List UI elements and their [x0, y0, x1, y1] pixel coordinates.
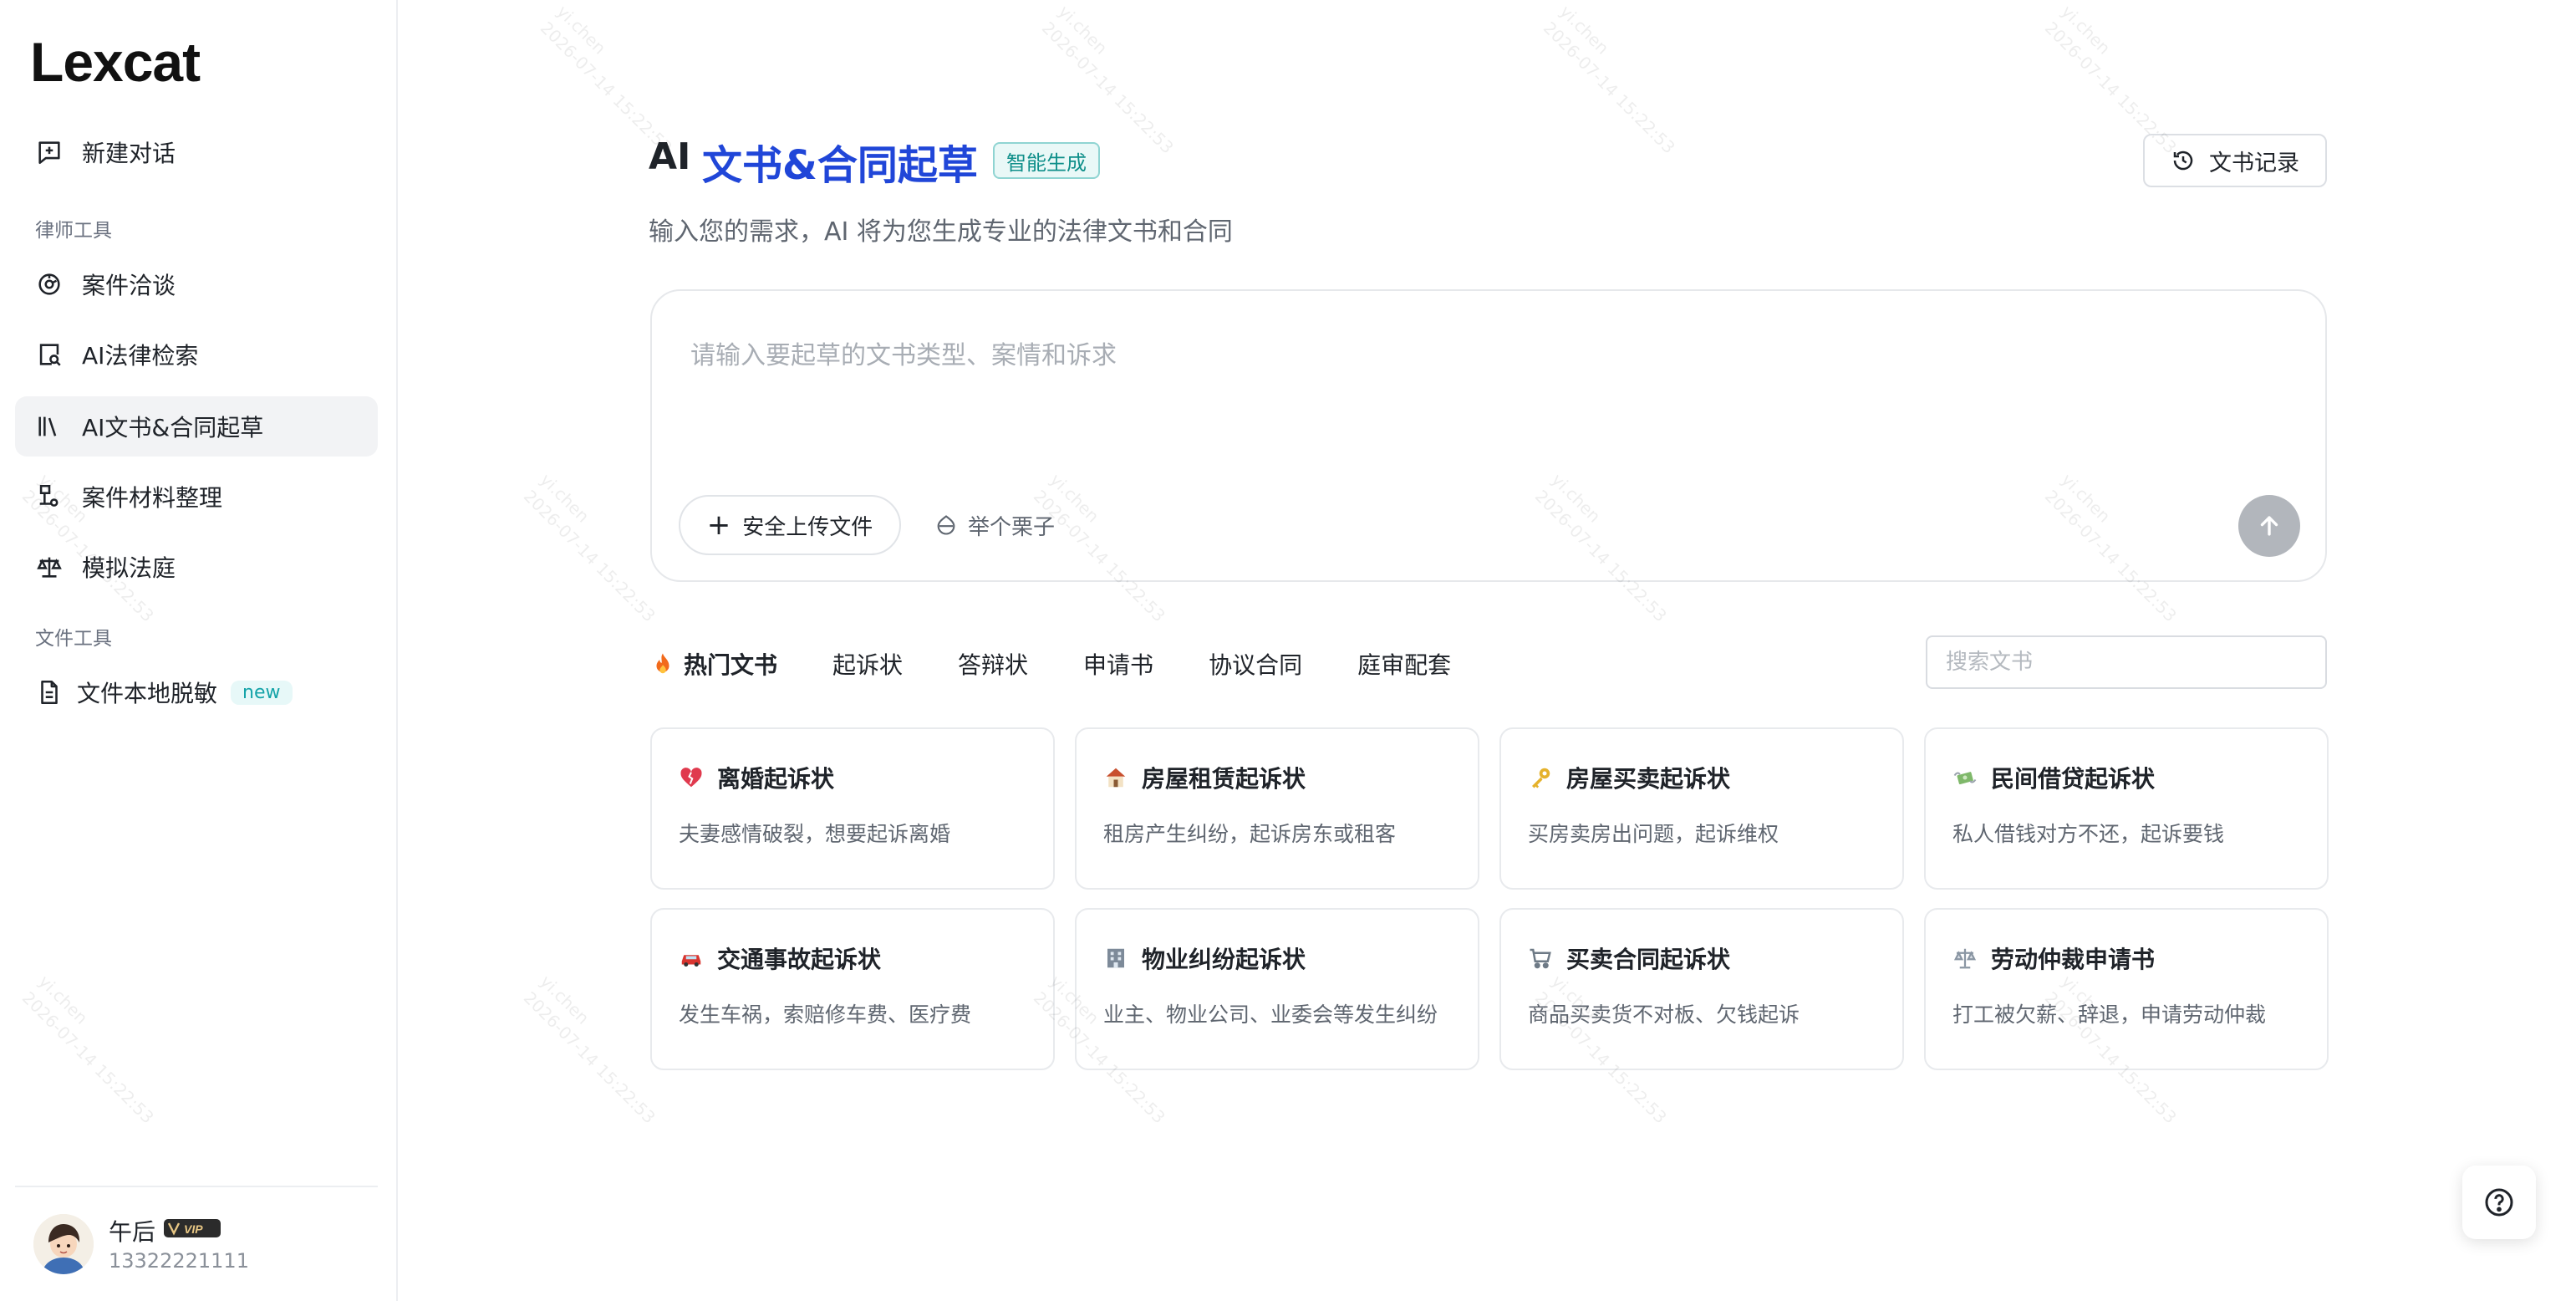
broken-heart-icon — [679, 765, 704, 790]
vip-badge: VIP — [164, 1217, 221, 1239]
card-desc: 业主、物业公司、业委会等发生纠纷 — [1103, 1003, 1438, 1027]
house-icon — [1103, 765, 1128, 790]
app-root: Lexcat 新建对话 律师工具 案件洽谈 AI法律检索 AI文书&合同起草 案… — [0, 0, 2576, 1301]
new-chat-icon — [35, 138, 64, 166]
plus-icon: + — [706, 508, 731, 542]
card-desc: 私人借钱对方不还，起诉要钱 — [1952, 822, 2225, 846]
key-icon — [1528, 765, 1553, 790]
sidebar-item-drafting[interactable]: AI文书&合同起草 — [15, 396, 378, 457]
sidebar-item-desensitize[interactable]: 文件本地脱敏 new — [15, 662, 378, 722]
send-button[interactable] — [2238, 495, 2300, 557]
case-talk-icon — [35, 270, 64, 298]
category-tabs: 热门文书 起诉状 答辩状 申请书 协议合同 庭审配套 — [650, 644, 1506, 684]
card-title: 民间借贷起诉状 — [1991, 765, 2156, 793]
document-icon — [35, 678, 64, 707]
prompt-input-card: 请输入要起草的文书类型、案情和诉求 + 安全上传文件 举个栗子 — [650, 289, 2327, 582]
tab-defense[interactable]: 答辩状 — [958, 647, 1028, 681]
chestnut-icon — [937, 515, 955, 535]
sidebar-item-label: 案件洽谈 — [82, 272, 176, 299]
sidebar-item-label: 案件材料整理 — [82, 484, 223, 512]
card-title: 离婚起诉状 — [717, 765, 835, 793]
watermark: yi.chen 2026-07-14 15:22:53 — [1539, 1, 1679, 158]
card-title: 房屋租赁起诉状 — [1142, 765, 1306, 793]
prompt-input[interactable]: 请输入要起草的文书类型、案情和诉求 — [690, 334, 1117, 371]
avatar[interactable] — [33, 1214, 94, 1274]
question-icon — [2485, 1188, 2513, 1217]
tab-application[interactable]: 申请书 — [1083, 647, 1153, 681]
tab-trial[interactable]: 庭审配套 — [1357, 647, 1451, 681]
divider — [15, 1186, 378, 1187]
template-card[interactable]: 房屋买卖起诉状 买房卖房出问题，起诉维权 — [1499, 727, 1904, 890]
card-desc: 买房卖房出问题，起诉维权 — [1528, 822, 1779, 846]
library-icon — [35, 412, 64, 441]
app-logo[interactable]: Lexcat — [30, 30, 201, 94]
office-building-icon — [1103, 946, 1128, 971]
user-name: 午后 — [109, 1218, 156, 1246]
sidebar-item-case-talk[interactable]: 案件洽谈 — [15, 254, 378, 314]
sidebar-item-law-search[interactable]: AI法律检索 — [15, 324, 378, 385]
car-icon — [679, 946, 704, 971]
tab-label: 热门文书 — [684, 651, 778, 679]
lawyer-tools-heading: 律师工具 — [35, 220, 112, 242]
vip-label: VIP — [184, 1222, 203, 1236]
tab-complaint[interactable]: 起诉状 — [832, 647, 903, 681]
file-tools-heading: 文件工具 — [35, 628, 112, 650]
upload-file-button[interactable]: + 安全上传文件 — [679, 495, 901, 555]
records-button-label: 文书记录 — [2209, 150, 2299, 176]
template-card[interactable]: 离婚起诉状 夫妻感情破裂，想要起诉离婚 — [650, 727, 1055, 890]
card-desc: 夫妻感情破裂，想要起诉离婚 — [679, 822, 951, 846]
card-title: 交通事故起诉状 — [717, 946, 882, 973]
page-title: 文书&合同起草 — [702, 142, 978, 189]
doc-search-input[interactable] — [1926, 635, 2327, 689]
template-card[interactable]: 民间借贷起诉状 私人借钱对方不还，起诉要钱 — [1924, 727, 2329, 890]
card-title: 买卖合同起诉状 — [1566, 946, 1731, 973]
tab-contract[interactable]: 协议合同 — [1209, 647, 1302, 681]
tab-hot[interactable]: 热门文书 — [650, 647, 777, 681]
sidebar-item-label: AI文书&合同起草 — [82, 414, 264, 441]
sidebar: Lexcat 新建对话 律师工具 案件洽谈 AI法律检索 AI文书&合同起草 案… — [0, 0, 398, 1301]
balance-icon — [1952, 946, 1978, 971]
sidebar-item-label: AI法律检索 — [82, 342, 199, 370]
fire-icon — [656, 653, 669, 674]
watermark: yi.chen 2026-07-14 15:22:53 — [1037, 1, 1178, 158]
card-title: 房屋买卖起诉状 — [1566, 765, 1731, 793]
new-chat-button[interactable]: 新建对话 — [15, 122, 378, 182]
arrow-up-icon — [2260, 516, 2278, 536]
template-card[interactable]: 房屋租赁起诉状 租房产生纠纷，起诉房东或租客 — [1075, 727, 1479, 890]
help-button[interactable] — [2462, 1166, 2536, 1239]
card-title: 物业纠纷起诉状 — [1142, 946, 1306, 973]
scale-icon — [35, 553, 64, 581]
cart-icon — [1528, 946, 1553, 971]
page-subtitle: 输入您的需求，AI 将为您生成专业的法律文书和合同 — [649, 217, 1233, 247]
card-desc: 租房产生纠纷，起诉房东或租客 — [1103, 822, 1397, 846]
law-search-icon — [35, 340, 64, 369]
money-wings-icon — [1952, 765, 1978, 790]
card-desc: 发生车祸，索赔修车费、医疗费 — [679, 1003, 972, 1027]
watermark: yi.chen 2026-07-14 15:22:53 — [536, 1, 676, 158]
upload-file-label: 安全上传文件 — [742, 514, 873, 540]
sidebar-item-label: 文件本地脱敏 — [77, 680, 218, 707]
user-phone: 13322221111 — [109, 1249, 249, 1273]
smart-badge: 智能生成 — [993, 142, 1100, 179]
new-badge: new — [231, 680, 293, 705]
new-chat-label: 新建对话 — [82, 140, 176, 167]
watermark: yi.chen 2026-07-14 15:22:53 — [2040, 1, 2181, 158]
history-icon — [2173, 151, 2193, 171]
template-card[interactable]: 交通事故起诉状 发生车祸，索赔修车费、医疗费 — [650, 908, 1055, 1070]
